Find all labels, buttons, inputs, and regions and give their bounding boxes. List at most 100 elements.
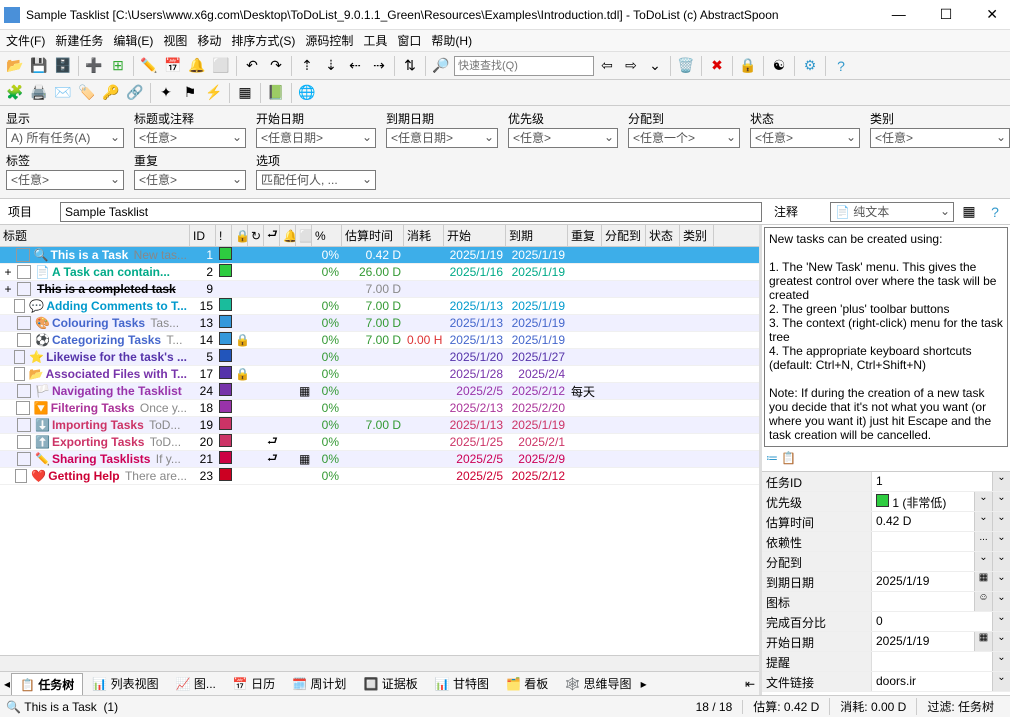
notes-textarea[interactable]: New tasks can be created using: 1. The '… bbox=[764, 227, 1008, 447]
task-checkbox[interactable] bbox=[14, 367, 25, 381]
globe-icon[interactable]: 🌐 bbox=[296, 82, 318, 104]
task-row[interactable]: ⚽Categorizing Tasks T...14🔒0%7.00 D0.00 … bbox=[0, 332, 759, 349]
col-header[interactable]: 到期 bbox=[506, 225, 568, 246]
task-row[interactable]: 📂Associated Files with T...17🔒0%2025/1/2… bbox=[0, 366, 759, 383]
notes-btn1[interactable]: ▦ bbox=[958, 201, 980, 223]
prop-row[interactable]: 估算时间0.42 D⌄⌄ bbox=[762, 512, 1010, 532]
col-header[interactable]: ⮐ bbox=[264, 225, 280, 246]
maximize-button[interactable]: ☐ bbox=[932, 6, 961, 23]
view-tab[interactable]: 📋 任务树 bbox=[11, 673, 83, 695]
reminder-icon[interactable]: 🔔 bbox=[186, 55, 208, 77]
col-header[interactable]: 标题 bbox=[0, 225, 190, 246]
task-checkbox[interactable] bbox=[16, 248, 29, 262]
task-row[interactable]: ⬆️Exporting Tasks ToD...20⮐0%2025/1/2520… bbox=[0, 434, 759, 451]
notes-format-select[interactable]: 📄 纯文本 bbox=[830, 202, 954, 222]
task-checkbox[interactable] bbox=[17, 418, 31, 432]
col-header[interactable]: 状态 bbox=[646, 225, 680, 246]
task-checkbox[interactable] bbox=[17, 435, 31, 449]
new-subtask-icon[interactable]: ⊞ bbox=[107, 55, 129, 77]
prop-row[interactable]: 优先级 1 (非常低)⌄⌄ bbox=[762, 492, 1010, 512]
col-header[interactable]: ⬜ bbox=[296, 225, 312, 246]
view-tab[interactable]: 🗂️ 看板 bbox=[498, 673, 556, 694]
prop-row[interactable]: 开始日期2025/1/19▦⌄ bbox=[762, 632, 1010, 652]
prop-row[interactable]: 完成百分比0⌄ bbox=[762, 612, 1010, 632]
view-tab[interactable]: 🗓️ 周计划 bbox=[284, 673, 354, 694]
task-row[interactable]: 🎨Colouring Tasks Tas...130%7.00 D2025/1/… bbox=[0, 315, 759, 332]
prop-row[interactable]: 提醒⌄ bbox=[762, 652, 1010, 672]
task-row[interactable]: +This is a completed task97.00 D bbox=[0, 281, 759, 298]
col-header[interactable]: 重复 bbox=[568, 225, 602, 246]
menu-item[interactable]: 帮助(H) bbox=[431, 32, 472, 49]
filter-select[interactable]: 匹配任何人, ... bbox=[256, 170, 376, 190]
hscrollbar[interactable] bbox=[0, 655, 759, 671]
find-icon[interactable]: 🔎 bbox=[430, 55, 452, 77]
view-tab[interactable]: 📊 甘特图 bbox=[427, 673, 497, 694]
tab-next[interactable]: ▸ bbox=[641, 677, 647, 691]
task-checkbox[interactable] bbox=[15, 469, 27, 483]
filter-select[interactable]: <任意日期> bbox=[386, 128, 498, 148]
task-checkbox[interactable] bbox=[14, 299, 25, 313]
grid-body[interactable]: 🔍This is a Task New tas...10%0.42 D2025/… bbox=[0, 247, 759, 655]
project-input[interactable] bbox=[60, 202, 762, 222]
find-dd-icon[interactable]: ⌄ bbox=[644, 55, 666, 77]
link-icon[interactable]: 🔗 bbox=[124, 82, 146, 104]
menu-item[interactable]: 窗口 bbox=[397, 32, 421, 49]
filter-select[interactable]: <任意> bbox=[134, 128, 246, 148]
menu-item[interactable]: 工具 bbox=[363, 32, 387, 49]
menu-item[interactable]: 文件(F) bbox=[6, 32, 45, 49]
move-down-icon[interactable]: ⇣ bbox=[320, 55, 342, 77]
find-prev-icon[interactable]: ⇦ bbox=[596, 55, 618, 77]
yinyang-icon[interactable]: ☯ bbox=[768, 55, 790, 77]
view-tab[interactable]: 📊 列表视图 bbox=[84, 673, 166, 694]
maximize-task-icon[interactable]: ⬜ bbox=[210, 55, 232, 77]
quickfind-input[interactable] bbox=[454, 56, 594, 76]
prop-row[interactable]: 依赖性...⌄ bbox=[762, 532, 1010, 552]
filter-select[interactable]: <任意> bbox=[870, 128, 1010, 148]
property-grid[interactable]: 任务ID1⌄优先级 1 (非常低)⌄⌄估算时间0.42 D⌄⌄依赖性...⌄分配… bbox=[762, 471, 1010, 695]
lock-icon[interactable]: 🔒 bbox=[737, 55, 759, 77]
bolt-icon[interactable]: ⚡ bbox=[203, 82, 225, 104]
task-row[interactable]: ❤️Getting Help There are...230%2025/2/52… bbox=[0, 468, 759, 485]
move-left-icon[interactable]: ⇠ bbox=[344, 55, 366, 77]
view-tab[interactable]: 📅 日历 bbox=[225, 673, 283, 694]
task-row[interactable]: 🔽Filtering Tasks Once y...180%2025/2/132… bbox=[0, 400, 759, 417]
menu-item[interactable]: 移动 bbox=[197, 32, 221, 49]
task-checkbox[interactable] bbox=[17, 333, 31, 347]
task-checkbox[interactable] bbox=[17, 265, 31, 279]
filter-select[interactable]: <任意> bbox=[750, 128, 860, 148]
prop-row[interactable]: 到期日期2025/1/19▦⌄ bbox=[762, 572, 1010, 592]
redo-icon[interactable]: ↷ bbox=[265, 55, 287, 77]
open-icon[interactable]: 📂 bbox=[4, 55, 26, 77]
menu-item[interactable]: 新建任务 bbox=[55, 32, 103, 49]
col-header[interactable]: ! bbox=[216, 225, 232, 246]
edit-icon[interactable]: ✏️ bbox=[138, 55, 160, 77]
task-checkbox[interactable] bbox=[17, 384, 31, 398]
filter-select[interactable]: <任意一个> bbox=[628, 128, 740, 148]
puzzle-icon[interactable]: 🧩 bbox=[4, 82, 26, 104]
col-header[interactable]: 类别 bbox=[680, 225, 714, 246]
prop-row[interactable]: 图标☺⌄ bbox=[762, 592, 1010, 612]
prop-row[interactable]: 分配到⌄⌄ bbox=[762, 552, 1010, 572]
task-checkbox[interactable] bbox=[17, 282, 31, 296]
new-task-icon[interactable]: ➕ bbox=[83, 55, 105, 77]
col-header[interactable]: 🔒 bbox=[232, 225, 248, 246]
task-row[interactable]: +📄A Task can contain...20%26.00 D2025/1/… bbox=[0, 264, 759, 281]
task-checkbox[interactable] bbox=[17, 452, 31, 466]
filter-select[interactable]: A) 所有任务(A) bbox=[6, 128, 124, 148]
save-icon[interactable]: 💾 bbox=[28, 55, 50, 77]
task-row[interactable]: 💬Adding Comments to T...150%7.00 D2025/1… bbox=[0, 298, 759, 315]
flag-icon[interactable]: ⚑ bbox=[179, 82, 201, 104]
task-row[interactable]: ⭐Likewise for the task's ...50%2025/1/20… bbox=[0, 349, 759, 366]
key-icon[interactable]: 🔑 bbox=[100, 82, 122, 104]
star-icon[interactable]: ✦ bbox=[155, 82, 177, 104]
notes-btn2[interactable]: ? bbox=[984, 201, 1006, 223]
col-header[interactable]: 开始 bbox=[444, 225, 506, 246]
mail-icon[interactable]: ✉️ bbox=[52, 82, 74, 104]
col-header[interactable]: 🔔 bbox=[280, 225, 296, 246]
settings-icon[interactable]: ⚙ bbox=[799, 55, 821, 77]
filter-select[interactable]: <任意> bbox=[134, 170, 246, 190]
task-row[interactable]: 🔍This is a Task New tas...10%0.42 D2025/… bbox=[0, 247, 759, 264]
move-right-icon[interactable]: ⇢ bbox=[368, 55, 390, 77]
col-header[interactable]: 消耗 bbox=[404, 225, 444, 246]
minimize-button[interactable]: — bbox=[884, 6, 914, 23]
